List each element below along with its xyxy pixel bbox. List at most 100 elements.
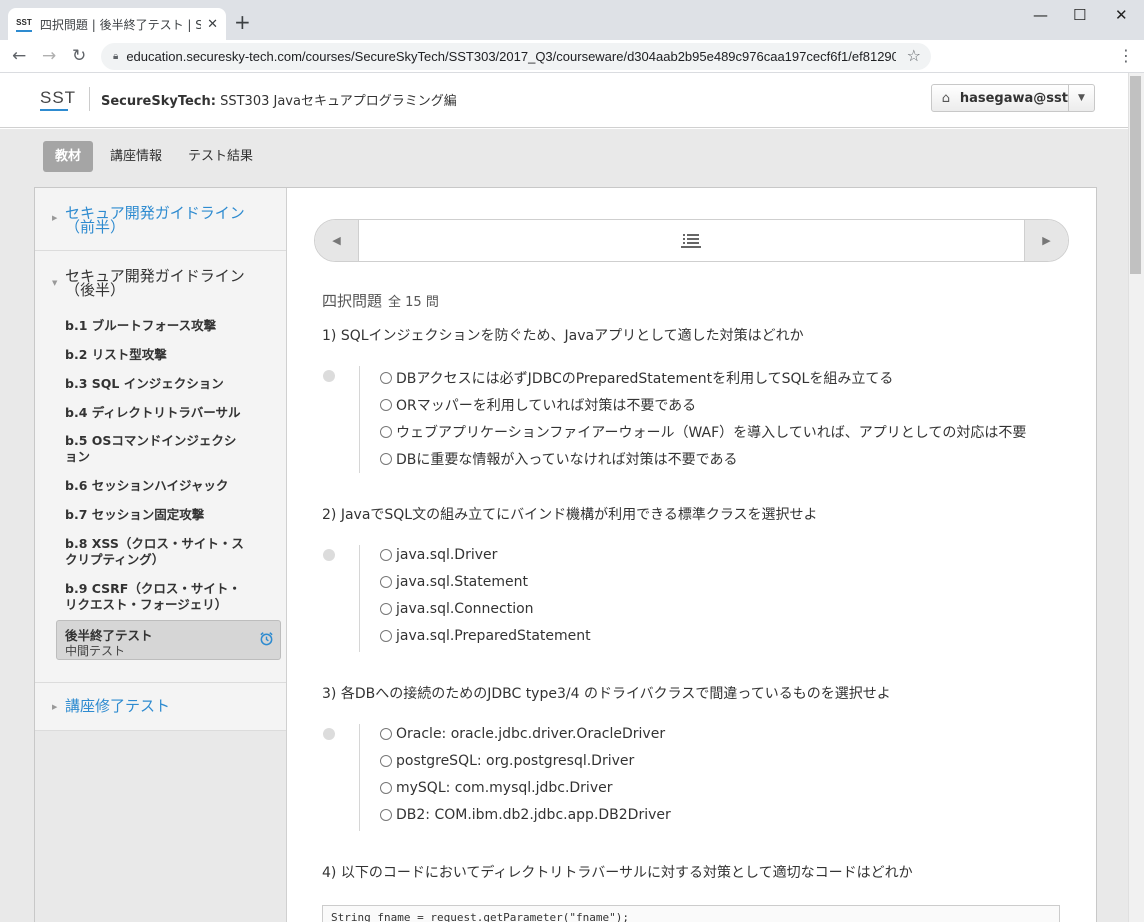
q3-option-2-label[interactable]: postgreSQL: org.postgresql.Driver	[396, 753, 634, 769]
q3-option-1-label[interactable]: Oracle: oracle.jdbc.driver.OracleDriver	[396, 726, 665, 742]
q1-option-3-label[interactable]: ウェブアプリケーションファイアーウォール（WAF）を導入していれば、アプリとして…	[396, 422, 1026, 442]
sidebar-item-b3[interactable]: b.3 SQL インジェクション	[65, 376, 255, 392]
q1-option-2-label[interactable]: ORマッパーを利用していれば対策は不要である	[396, 395, 696, 415]
course-name: SST303 Javaセキュアプログラミング編	[220, 94, 457, 109]
sst-favicon-icon: SST	[16, 16, 32, 32]
chapter-first-half-title[interactable]: セキュア開発ガイドライン（前半）	[65, 206, 271, 235]
chapter-first-half[interactable]: ▶ セキュア開発ガイドライン（前半）	[35, 188, 286, 251]
chapter-second-half: ▼ セキュア開発ガイドライン（後半） b.1 ブルートフォース攻撃 b.2 リス…	[35, 251, 286, 683]
url-text[interactable]: education.securesky-tech.com/courses/Sec…	[126, 49, 896, 64]
radio-button[interactable]	[380, 782, 392, 794]
tab-courseware[interactable]: 教材	[43, 141, 94, 172]
sidebar-item-b7[interactable]: b.7 セッション固定攻撃	[65, 507, 255, 523]
question-2-divider	[359, 545, 360, 652]
radio-button[interactable]	[380, 426, 392, 438]
sidebar-item-active-test[interactable]: 後半終了テスト 中間テスト	[56, 620, 281, 660]
header-divider	[89, 87, 90, 111]
address-bar[interactable]: 🔒︎ education.securesky-tech.com/courses/…	[101, 43, 931, 70]
close-window-icon[interactable]: ✕	[1115, 6, 1128, 24]
sidebar-item-b6[interactable]: b.6 セッションハイジャック	[65, 478, 255, 494]
username[interactable]: hasegawa@sst	[960, 91, 1068, 106]
forward-icon[interactable]: →	[42, 46, 56, 66]
q3-option-4-label[interactable]: DB2: COM.ibm.db2.jdbc.app.DB2Driver	[396, 807, 671, 823]
maximize-icon[interactable]: ☐	[1073, 6, 1086, 24]
org-name: SecureSkyTech:	[101, 94, 216, 109]
next-unit-button[interactable]: ▶	[1024, 220, 1068, 261]
tab-course-info[interactable]: 講座情報	[101, 141, 171, 172]
radio-button[interactable]	[380, 549, 392, 561]
back-icon[interactable]: ←	[12, 46, 26, 66]
minimize-icon[interactable]: —	[1033, 6, 1048, 24]
browser-toolbar: ← → ↻ 🔒︎ education.securesky-tech.com/co…	[0, 40, 1144, 73]
chevron-down-icon: ▼	[52, 279, 58, 287]
sidebar-item-b1[interactable]: b.1 ブルートフォース攻撃	[65, 318, 255, 334]
q2-option-4[interactable]: java.sql.PreparedStatement	[380, 628, 591, 644]
q1-option-2[interactable]: ORマッパーを利用していれば対策は不要である	[380, 395, 696, 415]
q3-option-1[interactable]: Oracle: oracle.jdbc.driver.OracleDriver	[380, 726, 665, 742]
browser-tab-title: 四択問題 | 後半終了テスト | SST303	[39, 17, 202, 32]
home-icon[interactable]: ⌂	[932, 91, 960, 106]
chapter-final-test-title[interactable]: 講座修了テスト	[65, 699, 271, 714]
radio-button[interactable]	[380, 372, 392, 384]
browser-menu-icon[interactable]: ⋮	[1118, 46, 1134, 65]
question-3-text: 3) 各DBへの接続のためのJDBC type3/4 のドライバクラスで間違って…	[322, 686, 891, 702]
sidebar-empty-area	[35, 731, 286, 922]
q1-option-4-label[interactable]: DBに重要な情報が入っていなければ対策は不要である	[396, 449, 738, 469]
close-tab-icon[interactable]: ✕	[207, 17, 218, 32]
browser-tab[interactable]: SST 四択問題 | 後半終了テスト | SST303 ✕	[8, 8, 226, 40]
course-nav: 教材 講座情報 テスト結果	[43, 141, 270, 172]
sst-logo[interactable]: SST	[40, 88, 76, 111]
q2-option-3[interactable]: java.sql.Connection	[380, 601, 534, 617]
chevron-down-icon[interactable]: ▼	[1067, 85, 1094, 111]
tab-test-results[interactable]: テスト結果	[179, 141, 262, 172]
q2-option-2[interactable]: java.sql.Statement	[380, 574, 528, 590]
q3-option-3-label[interactable]: mySQL: com.mysql.jdbc.Driver	[396, 780, 612, 796]
question-1-status-indicator	[323, 370, 335, 382]
scrollbar-thumb[interactable]	[1130, 76, 1141, 274]
prev-unit-button[interactable]: ◀	[315, 220, 359, 261]
chapter-second-half-title[interactable]: セキュア開発ガイドライン（後半）	[65, 269, 271, 298]
reload-icon[interactable]: ↻	[72, 46, 86, 66]
q2-option-3-label[interactable]: java.sql.Connection	[396, 601, 534, 617]
sidebar-item-b2[interactable]: b.2 リスト型攻撃	[65, 347, 255, 363]
radio-button[interactable]	[380, 603, 392, 615]
question-3-divider	[359, 724, 360, 831]
sidebar-item-b8[interactable]: b.8 XSS（クロス・サイト・スクリプティング）	[65, 536, 253, 568]
problem-title: 四択問題	[322, 292, 383, 310]
new-tab-icon[interactable]: +	[234, 12, 251, 32]
q3-option-4[interactable]: DB2: COM.ibm.db2.jdbc.app.DB2Driver	[380, 807, 671, 823]
browser-tab-strip: SST 四択問題 | 後半終了テスト | SST303 ✕ + — ☐ ✕	[0, 0, 1144, 40]
sidebar-item-b9[interactable]: b.9 CSRF（クロス・サイト・リクエスト・フォージェリ）	[65, 581, 247, 613]
q1-option-4[interactable]: DBに重要な情報が入っていなければ対策は不要である	[380, 449, 738, 469]
chapter-final-test[interactable]: ▶ 講座修了テスト	[35, 683, 286, 731]
bookmark-star-icon[interactable]: ☆	[907, 46, 921, 65]
question-4-text: 4) 以下のコードにおいてディレクトリトラバーサルに対する対策として適切なコード…	[322, 865, 913, 881]
question-1-text: 1) SQLインジェクションを防ぐため、Javaアプリとして適した対策はどれか	[322, 328, 804, 344]
sidebar-item-b4[interactable]: b.4 ディレクトリトラバーサル	[65, 405, 255, 421]
q2-option-1[interactable]: java.sql.Driver	[380, 547, 497, 563]
active-test-subtitle: 中間テスト	[65, 644, 126, 658]
q1-option-1[interactable]: DBアクセスには必ずJDBCのPreparedStatementを利用してSQL…	[380, 368, 893, 388]
q1-option-3[interactable]: ウェブアプリケーションファイアーウォール（WAF）を導入していれば、アプリとして…	[380, 422, 1026, 442]
radio-button[interactable]	[380, 453, 392, 465]
q1-option-1-label[interactable]: DBアクセスには必ずJDBCのPreparedStatementを利用してSQL…	[396, 368, 893, 388]
code-snippet: String fname = request.getParameter("fna…	[322, 905, 1060, 922]
radio-button[interactable]	[380, 399, 392, 411]
q2-option-4-label[interactable]: java.sql.PreparedStatement	[396, 628, 591, 644]
course-sidebar: ▶ セキュア開発ガイドライン（前半） ▼ セキュア開発ガイドライン（後半） b.…	[35, 188, 287, 922]
radio-button[interactable]	[380, 728, 392, 740]
radio-button[interactable]	[380, 809, 392, 821]
radio-button[interactable]	[380, 630, 392, 642]
unit-list-icon[interactable]	[680, 233, 702, 249]
q2-option-2-label[interactable]: java.sql.Statement	[396, 574, 528, 590]
problem-heading: 四択問題全 15 問	[322, 290, 439, 311]
radio-button[interactable]	[380, 576, 392, 588]
radio-button[interactable]	[380, 755, 392, 767]
question-3-status-indicator	[323, 728, 335, 740]
problem-count: 全 15 問	[388, 295, 439, 310]
sidebar-item-b5[interactable]: b.5 OSコマンドインジェクション	[65, 433, 247, 465]
q3-option-3[interactable]: mySQL: com.mysql.jdbc.Driver	[380, 780, 612, 796]
q2-option-1-label[interactable]: java.sql.Driver	[396, 547, 497, 563]
user-menu-button[interactable]: ⌂ hasegawa@sst ▼	[931, 84, 1095, 112]
q3-option-2[interactable]: postgreSQL: org.postgresql.Driver	[380, 753, 634, 769]
